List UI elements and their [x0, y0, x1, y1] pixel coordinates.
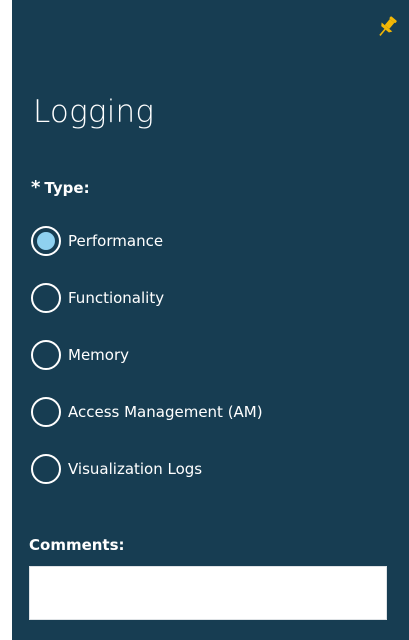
type-radio-group: Performance Functionality Memory Access … [31, 224, 263, 509]
comments-label: Comments: [29, 536, 125, 554]
radio-option-visualization-logs[interactable]: Visualization Logs [31, 452, 263, 486]
radio-label[interactable]: Memory [68, 345, 129, 365]
radio-button[interactable] [31, 397, 61, 427]
radio-button-checked[interactable] [31, 226, 61, 256]
radio-option-access-management[interactable]: Access Management (AM) [31, 395, 263, 429]
radio-label[interactable]: Performance [68, 231, 163, 251]
type-field-label: * Type: [31, 178, 90, 198]
radio-button[interactable] [31, 340, 61, 370]
radio-label[interactable]: Visualization Logs [68, 459, 202, 479]
required-marker: * [31, 177, 41, 198]
radio-label[interactable]: Functionality [68, 288, 164, 308]
panel-title: Logging [33, 94, 155, 130]
radio-label[interactable]: Access Management (AM) [68, 402, 263, 422]
radio-option-memory[interactable]: Memory [31, 338, 263, 372]
logging-panel: Logging * Type: Performance Functionality… [12, 0, 409, 640]
pin-icon[interactable] [375, 14, 399, 40]
radio-button[interactable] [31, 454, 61, 484]
radio-option-functionality[interactable]: Functionality [31, 281, 263, 315]
type-label-text: Type: [44, 179, 90, 197]
radio-option-performance[interactable]: Performance [31, 224, 263, 258]
radio-button[interactable] [31, 283, 61, 313]
comments-input[interactable] [29, 566, 387, 620]
radio-dot [37, 232, 55, 250]
